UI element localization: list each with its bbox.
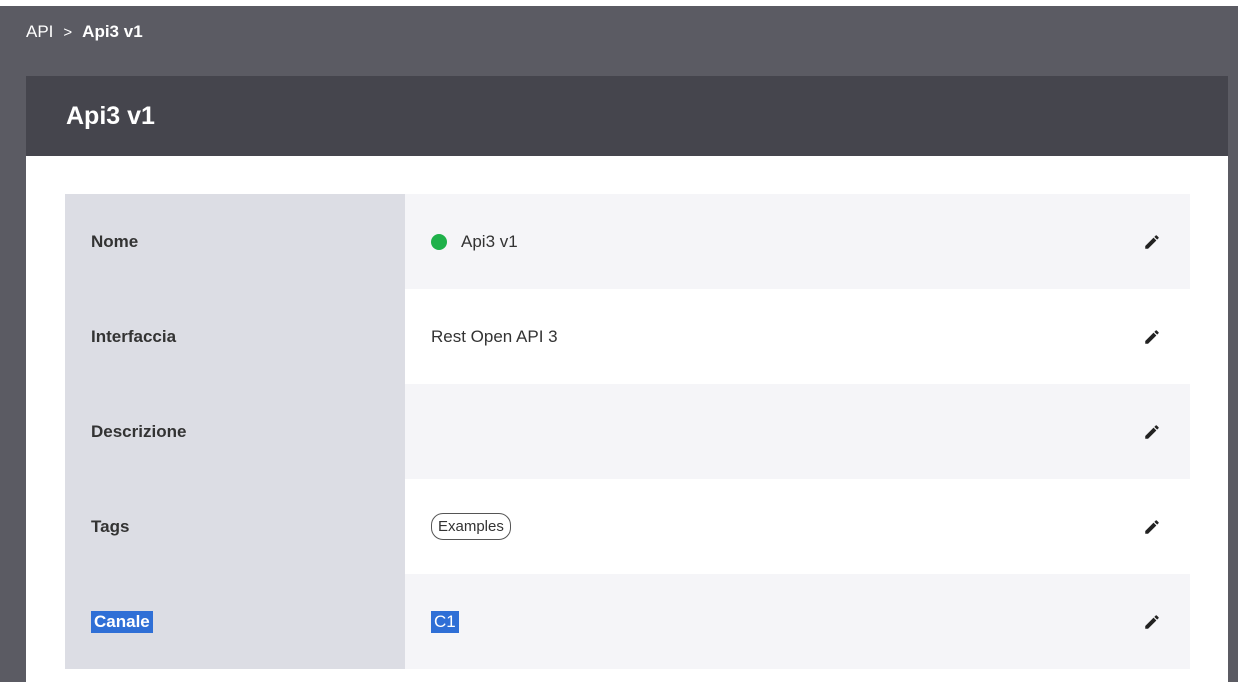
- pencil-icon: [1145, 424, 1159, 439]
- row-label: Nome: [65, 194, 405, 289]
- row-label-cell: Canale: [65, 574, 405, 669]
- table-row-tags: Tags Examples: [65, 479, 1190, 574]
- table-row-interfaccia: Interfaccia Rest Open API 3: [65, 289, 1190, 384]
- row-label: Interfaccia: [65, 289, 405, 384]
- edit-interfaccia-button[interactable]: [1140, 325, 1164, 349]
- row-label: Canale: [91, 610, 153, 633]
- row-value: [405, 384, 1190, 479]
- name-value: Api3 v1: [461, 231, 518, 251]
- chevron-right-icon: >: [63, 23, 73, 41]
- interface-value: Rest Open API 3: [431, 326, 558, 346]
- row-label: Descrizione: [65, 384, 405, 479]
- row-value: Rest Open API 3: [405, 289, 1190, 384]
- row-label: Tags: [65, 479, 405, 574]
- row-value: C1: [405, 574, 1190, 669]
- pencil-icon: [1145, 234, 1159, 249]
- table-row-descrizione: Descrizione: [65, 384, 1190, 479]
- breadcrumb-root-link[interactable]: API: [26, 22, 53, 42]
- edit-nome-button[interactable]: [1140, 230, 1164, 254]
- pencil-icon: [1145, 329, 1159, 344]
- page-title: Api3 v1: [26, 76, 1228, 156]
- breadcrumb-current: Api3 v1: [82, 22, 143, 41]
- edit-descrizione-button[interactable]: [1140, 420, 1164, 444]
- detail-panel: Api3 v1 Nome Api3 v1 Interfaccia Rest Op…: [26, 76, 1228, 682]
- pencil-icon: [1145, 519, 1159, 534]
- detail-table: Nome Api3 v1 Interfaccia Rest Open API 3: [65, 194, 1190, 669]
- breadcrumb: API > Api3 v1: [0, 6, 1238, 58]
- table-row-canale: Canale C1: [65, 574, 1190, 669]
- row-value: Api3 v1: [405, 194, 1190, 289]
- pencil-icon: [1145, 614, 1159, 629]
- row-value: Examples: [405, 479, 1190, 574]
- channel-value: C1: [431, 610, 459, 633]
- table-row-nome: Nome Api3 v1: [65, 194, 1190, 289]
- edit-canale-button[interactable]: [1140, 610, 1164, 634]
- status-dot-icon: [431, 233, 447, 250]
- tag-chip: Examples: [431, 513, 511, 540]
- edit-tags-button[interactable]: [1140, 515, 1164, 539]
